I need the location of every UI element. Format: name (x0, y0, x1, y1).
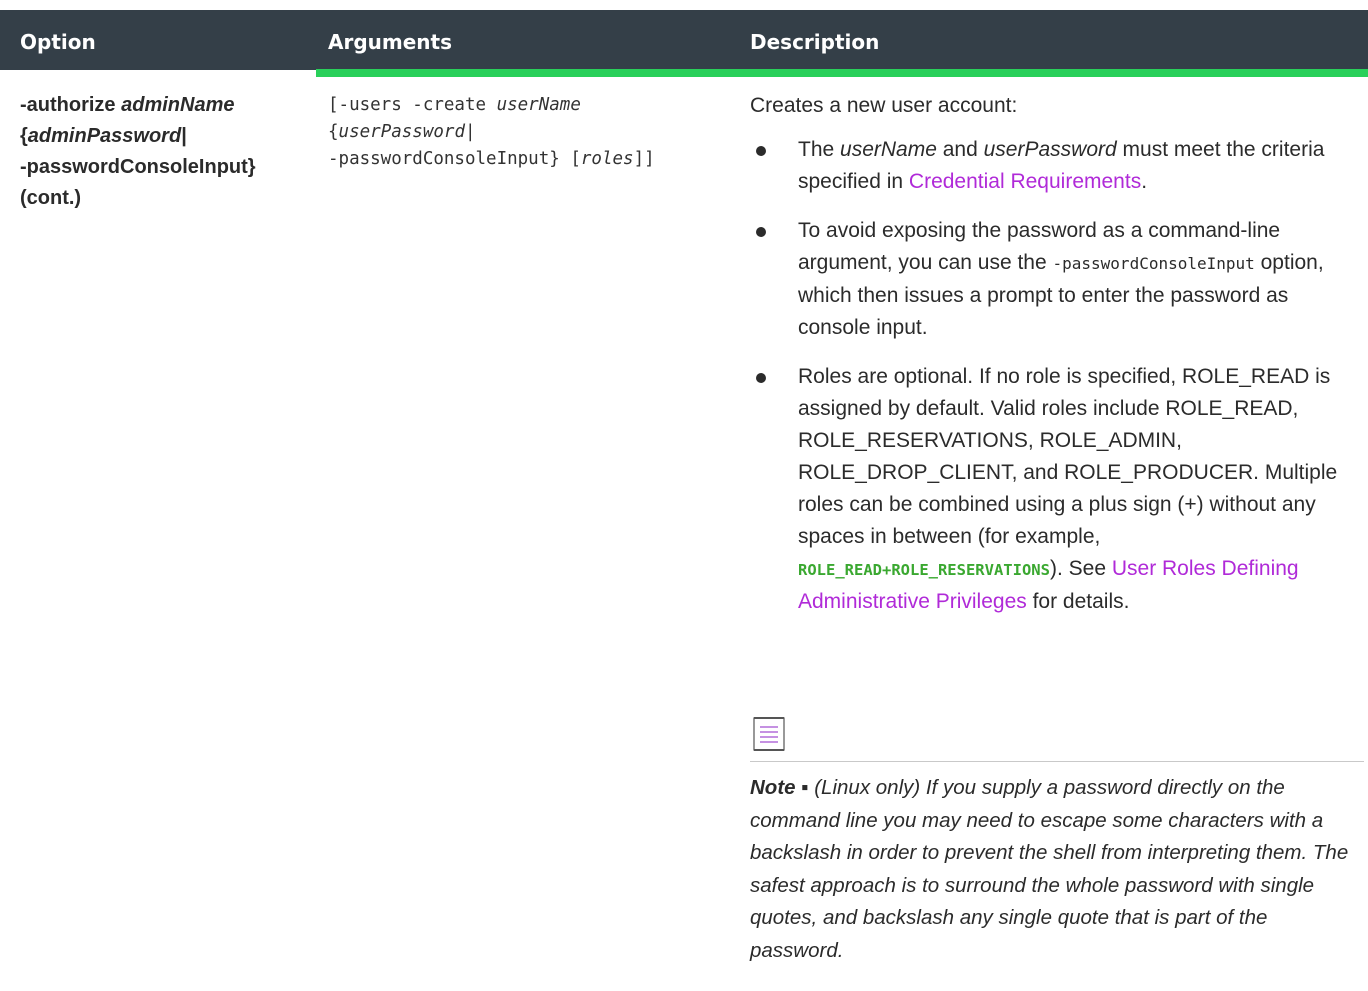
option-flag: -authorize (20, 94, 116, 116)
list-item: The userName and userPassword must meet … (750, 134, 1362, 198)
note-body: (Linux only) If you supply a password di… (750, 776, 1349, 962)
bullet3-text-1: Roles are optional. If no role is specif… (798, 365, 1338, 548)
bullet-icon (756, 146, 766, 156)
list-item: To avoid exposing the password as a comm… (750, 215, 1362, 344)
arguments-line-2: {userPassword| (328, 119, 728, 146)
description-bullet-list: The userName and userPassword must meet … (750, 134, 1362, 618)
options-table: Option Arguments Description -authorize … (0, 0, 1368, 991)
option-admin-password: adminPassword (27, 125, 182, 147)
arguments-user-name: userName (496, 95, 581, 115)
description-intro: Creates a new user account: (750, 94, 1018, 117)
arguments-line-1: [-users -create userName (328, 92, 728, 119)
bullet3-text-3: for details. (1026, 590, 1130, 613)
bullet1-text-2: and (936, 138, 984, 161)
note-text: Note ▪ (Linux only) If you supply a pass… (750, 772, 1364, 967)
table-header: Option Arguments Description (0, 10, 1368, 70)
arguments-prefix: [-users -create (328, 95, 497, 115)
header-description: Description (750, 30, 880, 54)
option-admin-name: adminName (121, 94, 235, 116)
bullet1-text-4: . (1141, 170, 1148, 193)
arguments-line3-prefix: -passwordConsoleInput} [ (328, 149, 581, 169)
description-cell: Creates a new user account: The userName… (750, 90, 1364, 962)
option-line-2: {adminPassword| (20, 121, 300, 152)
credential-requirements-link[interactable]: Credential Requirements (909, 170, 1141, 193)
bullet-icon (756, 227, 766, 237)
bullet3-text-2: ). See (1049, 557, 1112, 580)
list-item: Roles are optional. If no role is specif… (750, 361, 1362, 618)
arguments-cell: [-users -create userName {userPassword| … (328, 92, 728, 173)
bullet1-text-1: The (798, 138, 841, 161)
bullet1-user-password: userPassword (983, 138, 1117, 161)
arguments-brace: { (328, 122, 339, 142)
note-divider (750, 761, 1364, 762)
option-console-input: -passwordConsoleInput} (20, 156, 256, 178)
option-line-1: -authorize adminName (20, 90, 300, 121)
arguments-user-password: userPassword (338, 122, 465, 142)
arguments-pipe: | (464, 122, 476, 142)
arguments-roles: roles (580, 149, 634, 169)
note-separator: ▪ (795, 776, 815, 799)
bullet1-user-name: userName (840, 138, 937, 161)
note-document-icon (753, 717, 785, 751)
arguments-line3-suffix: ]] (633, 149, 655, 169)
bullet2-code: -passwordConsoleInput (1052, 254, 1255, 273)
header-arguments: Arguments (328, 30, 453, 54)
bullet-icon (756, 373, 766, 383)
note-label: Note (750, 776, 796, 799)
header-accent-bar (316, 69, 1368, 77)
header-option: Option (20, 30, 96, 54)
option-brace: { (20, 125, 28, 147)
option-pipe: | (181, 125, 187, 147)
option-cont: (cont.) (20, 187, 82, 209)
bullet3-code: ROLE_READ+ROLE_RESERVATIONS (798, 561, 1050, 579)
arguments-line-3: -passwordConsoleInput} [roles]] (328, 146, 728, 173)
option-cell: -authorize adminName {adminPassword| -pa… (20, 90, 300, 214)
